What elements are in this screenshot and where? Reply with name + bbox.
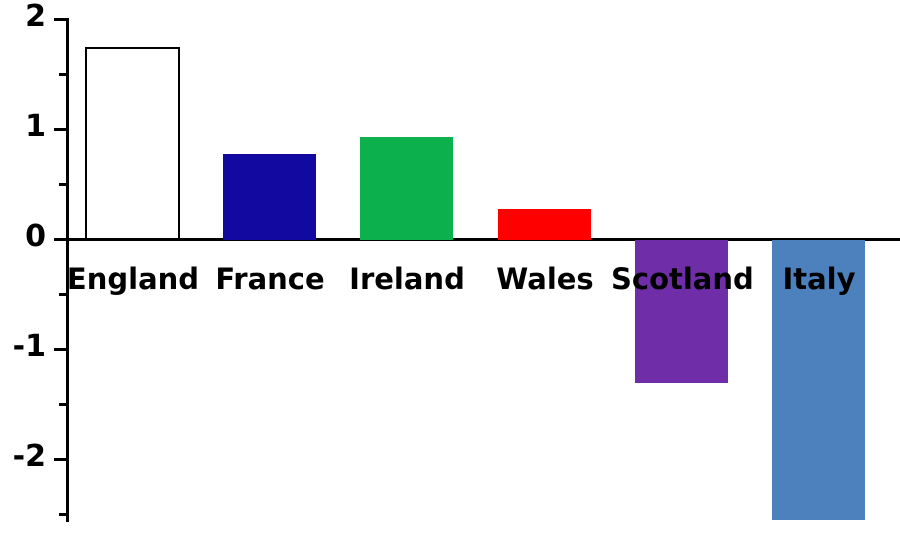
category-label-italy: Italy [782,262,856,296]
y-tick-minor-0p5 [59,183,68,186]
y-tick-label-1: 1 [25,109,46,144]
y-tick-label-neg2: -2 [12,439,46,474]
category-label-england: England [66,262,200,296]
y-tick-major-neg1 [54,348,68,351]
y-tick-minor-1p5 [59,73,68,76]
category-label-france: France [215,262,325,296]
bar-ireland[interactable] [360,137,453,240]
bar-england[interactable] [85,47,180,240]
bar-wales[interactable] [498,209,591,240]
y-tick-major-neg2 [54,458,68,461]
y-tick-label-0: 0 [25,219,46,254]
category-label-ireland: Ireland [349,262,465,296]
y-tick-minor-neg2p5 [59,513,68,516]
category-label-scotland: Scotland [611,262,754,296]
bar-chart: 2 1 0 -1 -2 England France Ireland Wales… [0,0,900,540]
category-label-wales: Wales [496,262,594,296]
y-tick-label-neg1: -1 [12,329,46,364]
y-tick-major-1 [54,128,68,131]
y-tick-minor-neg1p5 [59,403,68,406]
bar-france[interactable] [223,154,316,240]
y-tick-major-2 [54,18,68,21]
plot-area: 2 1 0 -1 -2 England France Ireland Wales… [0,0,900,540]
y-tick-label-2: 2 [25,0,46,34]
